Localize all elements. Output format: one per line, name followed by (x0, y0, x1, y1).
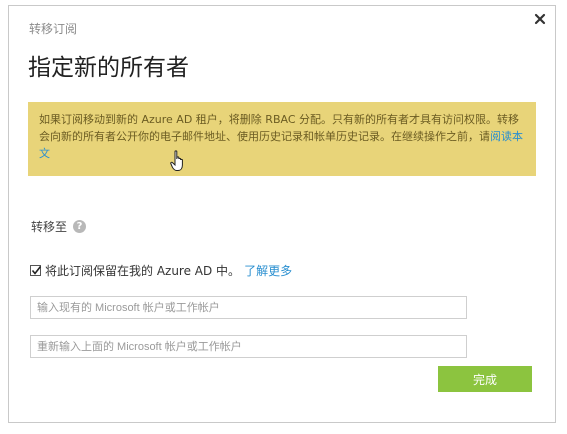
hand-cursor-icon (170, 150, 186, 172)
transfer-to-text: 转移至 (31, 220, 68, 234)
dialog-title: 指定新的所有者 (28, 55, 189, 81)
dialog-eyebrow: 转移订阅 (29, 22, 78, 36)
close-icon[interactable] (533, 11, 547, 25)
checkmark-icon (31, 266, 42, 275)
transfer-to-label: 转移至 ? (31, 218, 87, 235)
transfer-subscription-dialog: 转移订阅 指定新的所有者 如果订阅移动到新的 Azure AD 租户，将删除 R… (8, 5, 556, 423)
done-button[interactable]: 完成 (438, 366, 532, 392)
warning-banner: 如果订阅移动到新的 Azure AD 租户，将删除 RBAC 分配。只有新的所有… (28, 102, 536, 176)
learn-more-link[interactable]: 了解更多 (244, 262, 292, 279)
account-input[interactable] (30, 296, 467, 319)
keep-in-ad-row: 将此订阅保留在我的 Azure AD 中。 了解更多 (30, 262, 292, 279)
help-icon[interactable]: ? (73, 220, 87, 233)
keep-in-ad-label: 将此订阅保留在我的 Azure AD 中。 (45, 264, 241, 278)
keep-in-ad-checkbox[interactable] (30, 265, 42, 276)
warning-text: 如果订阅移动到新的 Azure AD 租户，将删除 RBAC 分配。只有新的所有… (39, 113, 519, 143)
confirm-account-input[interactable] (30, 335, 467, 358)
